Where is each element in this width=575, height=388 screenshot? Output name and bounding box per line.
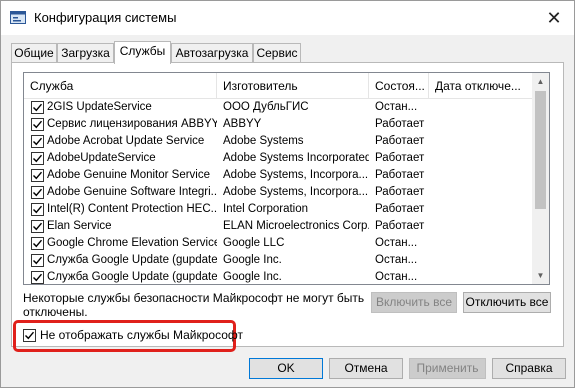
- enable-all-button[interactable]: Включить все: [371, 292, 457, 313]
- services-list: Служба Изготовитель Состоя... Дата отклю…: [23, 72, 550, 285]
- service-status: Работает: [375, 152, 425, 164]
- system-configuration-window: Конфигурация системы ✕ Общие Загрузка Сл…: [0, 0, 575, 388]
- checkmark-icon: [33, 120, 43, 129]
- service-status: Работает: [375, 186, 425, 198]
- service-name: Google Chrome Elevation Service: [47, 237, 217, 249]
- checkmark-icon: [25, 331, 35, 340]
- hide-microsoft-services-label[interactable]: Не отображать службы Майкрософт: [40, 328, 243, 342]
- checkmark-icon: [33, 154, 43, 163]
- service-name: Сервис лицензирования ABBYY...: [47, 118, 217, 130]
- column-header-status[interactable]: Состоя...: [369, 73, 429, 99]
- checkmark-icon: [33, 205, 43, 214]
- service-row[interactable]: Adobe Genuine Monitor Service Adobe Syste…: [24, 167, 534, 184]
- close-button[interactable]: ✕: [540, 5, 568, 31]
- service-manufacturer: Google Inc.: [223, 271, 282, 283]
- tab-startup[interactable]: Автозагрузка: [171, 43, 253, 63]
- service-status: Остан...: [375, 271, 418, 283]
- security-services-note: Некоторые службы безопасности Майкрософт…: [23, 291, 365, 319]
- vertical-scrollbar[interactable]: ▲ ▼: [532, 73, 549, 284]
- service-row[interactable]: Служба Google Update (gupdatem) Google In…: [24, 269, 534, 284]
- service-row[interactable]: Adobe Acrobat Update Service Adobe System…: [24, 133, 534, 150]
- service-checkbox[interactable]: [31, 271, 44, 284]
- service-checkbox[interactable]: [31, 152, 44, 165]
- service-row[interactable]: Служба Google Update (gupdate) Google Inc…: [24, 252, 534, 269]
- service-manufacturer: Adobe Systems Incorporated: [223, 152, 369, 164]
- column-header-manufacturer[interactable]: Изготовитель: [217, 73, 369, 99]
- service-name: Adobe Genuine Monitor Service: [47, 169, 211, 181]
- service-status: Работает: [375, 220, 425, 232]
- service-status: Работает: [375, 135, 425, 147]
- tab-tools[interactable]: Сервис: [253, 43, 301, 63]
- service-manufacturer: Google LLC: [223, 237, 285, 249]
- cancel-button[interactable]: Отмена: [329, 358, 403, 379]
- checkmark-icon: [33, 273, 43, 282]
- checkmark-icon: [33, 171, 43, 180]
- service-name: Elan Service: [47, 220, 112, 232]
- help-button[interactable]: Справка: [492, 358, 566, 379]
- service-status: Остан...: [375, 254, 418, 266]
- service-checkbox[interactable]: [31, 169, 44, 182]
- checkmark-icon: [33, 188, 43, 197]
- ok-button[interactable]: OK: [249, 358, 323, 379]
- checkmark-icon: [33, 222, 43, 231]
- service-name: 2GIS UpdateService: [47, 101, 152, 113]
- service-status: Работает: [375, 169, 425, 181]
- msconfig-app-icon: [10, 11, 26, 24]
- service-name: Служба Google Update (gupdatem): [47, 271, 217, 283]
- service-manufacturer: Adobe Systems, Incorpora...: [223, 169, 369, 181]
- column-header-service[interactable]: Служба: [24, 73, 217, 99]
- service-row[interactable]: Сервис лицензирования ABBYY... ABBYY Работ…: [24, 116, 534, 133]
- service-status: Остан...: [375, 237, 418, 249]
- service-row[interactable]: Google Chrome Elevation Service Google LL…: [24, 235, 534, 252]
- checkmark-icon: [33, 103, 43, 112]
- tab-boot[interactable]: Загрузка: [57, 43, 114, 63]
- hide-microsoft-services-highlight: Не отображать службы Майкрософт: [13, 320, 243, 352]
- tab-services[interactable]: Службы: [114, 41, 171, 64]
- service-status: Остан...: [375, 101, 418, 113]
- service-row[interactable]: Intel(R) Content Protection HEC... Intel …: [24, 201, 534, 218]
- service-status: Работает: [375, 203, 425, 215]
- service-checkbox[interactable]: [31, 203, 44, 216]
- service-name: Adobe Genuine Software Integri...: [47, 186, 217, 198]
- service-row[interactable]: Elan Service ELAN Microelectronics Corp. Р…: [24, 218, 534, 235]
- scroll-thumb[interactable]: [535, 91, 546, 209]
- services-panel: Служба Изготовитель Состоя... Дата отклю…: [11, 62, 564, 347]
- service-row[interactable]: Adobe Genuine Software Integri... Adobe S…: [24, 184, 534, 201]
- window-title: Конфигурация системы: [34, 10, 177, 25]
- apply-button[interactable]: Применить: [409, 358, 486, 379]
- service-row[interactable]: 2GIS UpdateService ООО ДубльГИС Остан...: [24, 99, 534, 116]
- service-manufacturer: Google Inc.: [223, 254, 282, 266]
- checkmark-icon: [33, 239, 43, 248]
- service-checkbox[interactable]: [31, 220, 44, 233]
- disable-all-button[interactable]: Отключить все: [463, 292, 551, 313]
- service-name: AdobeUpdateService: [47, 152, 156, 164]
- service-name: Adobe Acrobat Update Service: [47, 135, 205, 147]
- title-bar: Конфигурация системы ✕: [1, 1, 574, 35]
- list-header: Служба Изготовитель Состоя... Дата отклю…: [24, 73, 534, 99]
- service-manufacturer: ELAN Microelectronics Corp.: [223, 220, 369, 232]
- service-manufacturer: ABBYY: [223, 118, 262, 130]
- column-header-date-disabled[interactable]: Дата отключе...: [429, 73, 534, 99]
- tab-general[interactable]: Общие: [11, 43, 57, 63]
- service-checkbox[interactable]: [31, 118, 44, 131]
- service-checkbox[interactable]: [31, 254, 44, 267]
- scroll-up-icon[interactable]: ▲: [532, 73, 549, 90]
- service-checkbox[interactable]: [31, 135, 44, 148]
- service-checkbox[interactable]: [31, 186, 44, 199]
- service-checkbox[interactable]: [31, 101, 44, 114]
- close-icon: ✕: [546, 7, 562, 28]
- scroll-down-icon[interactable]: ▼: [532, 267, 549, 284]
- checkmark-icon: [33, 256, 43, 265]
- service-manufacturer: Adobe Systems, Incorpora...: [223, 186, 369, 198]
- service-manufacturer: Intel Corporation: [223, 203, 309, 215]
- service-name: Intel(R) Content Protection HEC...: [47, 203, 217, 215]
- service-status: Работает: [375, 118, 425, 130]
- service-manufacturer: Adobe Systems: [223, 135, 304, 147]
- service-name: Служба Google Update (gupdate): [47, 254, 217, 266]
- service-manufacturer: ООО ДубльГИС: [223, 101, 309, 113]
- hide-microsoft-services-checkbox[interactable]: [23, 329, 36, 342]
- service-row[interactable]: AdobeUpdateService Adobe Systems Incorpor…: [24, 150, 534, 167]
- service-checkbox[interactable]: [31, 237, 44, 250]
- checkmark-icon: [33, 137, 43, 146]
